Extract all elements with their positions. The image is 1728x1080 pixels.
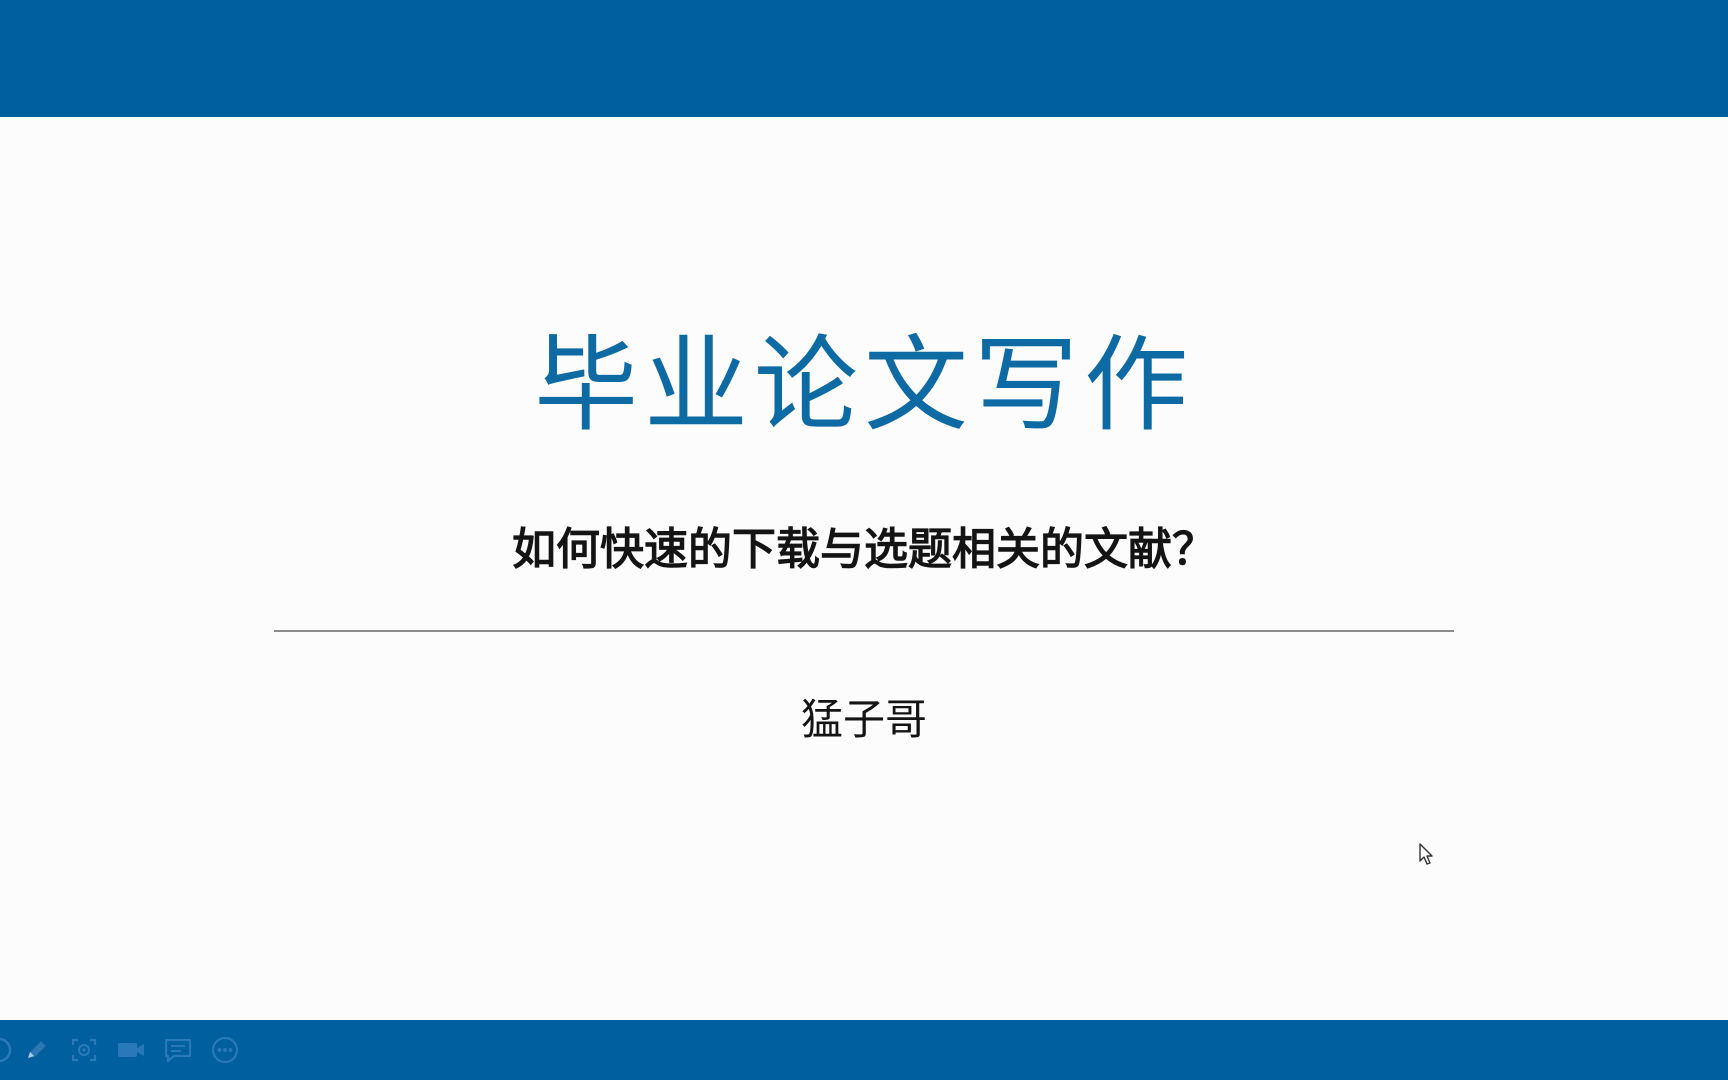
presentation-toolbar bbox=[0, 1020, 260, 1080]
video-camera-icon[interactable] bbox=[116, 1036, 146, 1064]
pen-icon[interactable] bbox=[22, 1036, 52, 1064]
mouse-cursor-icon bbox=[1419, 843, 1433, 865]
slide-author: 猛子哥 bbox=[800, 695, 927, 744]
header-bar bbox=[0, 0, 1728, 117]
screenshot-icon[interactable] bbox=[69, 1036, 99, 1064]
presentation-slide: 毕业论文写作 如何快速的下载与选题相关的文献？ 猛子哥 bbox=[0, 0, 1728, 1080]
slide-title: 毕业论文写作 bbox=[533, 324, 1194, 446]
circle-icon[interactable] bbox=[0, 1036, 14, 1064]
comment-icon[interactable] bbox=[163, 1036, 193, 1064]
slide-subtitle: 如何快速的下载与选题相关的文献？ bbox=[512, 524, 1216, 575]
divider-line bbox=[274, 630, 1454, 632]
more-icon[interactable] bbox=[210, 1036, 240, 1064]
